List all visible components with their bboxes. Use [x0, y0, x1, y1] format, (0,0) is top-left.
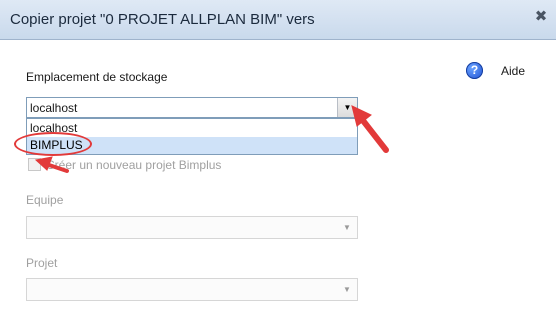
- help-label: Aide: [501, 64, 526, 78]
- team-select[interactable]: ▼: [26, 216, 358, 239]
- help-button[interactable]: ? Aide: [466, 62, 536, 80]
- chevron-down-icon[interactable]: ▼: [337, 98, 357, 117]
- project-select[interactable]: ▼: [26, 278, 358, 301]
- chevron-down-icon[interactable]: ▼: [337, 217, 357, 238]
- dropdown-option-localhost[interactable]: localhost: [27, 120, 357, 137]
- new-bimplus-project-checkbox[interactable]: [28, 158, 41, 171]
- storage-location-label: Emplacement de stockage: [26, 70, 168, 84]
- dropdown-option-bimplus[interactable]: BIMPLUS: [27, 137, 357, 154]
- team-label: Equipe: [26, 193, 64, 207]
- storage-location-select[interactable]: localhost ▼: [26, 97, 358, 118]
- copy-project-dialog: Copier projet "0 PROJET ALLPLAN BIM" ver…: [0, 0, 556, 318]
- close-icon[interactable]: ✖: [532, 8, 550, 26]
- storage-location-dropdown: localhost BIMPLUS: [26, 118, 358, 155]
- dialog-title: Copier projet "0 PROJET ALLPLAN BIM" ver…: [10, 11, 315, 28]
- project-label: Projet: [26, 256, 58, 270]
- title-bar: Copier projet "0 PROJET ALLPLAN BIM" ver…: [0, 0, 556, 40]
- new-bimplus-project-label: Créer un nouveau projet Bimplus: [46, 158, 222, 172]
- help-icon: ?: [466, 62, 483, 79]
- chevron-down-icon[interactable]: ▼: [337, 279, 357, 300]
- storage-location-value: localhost: [30, 101, 78, 115]
